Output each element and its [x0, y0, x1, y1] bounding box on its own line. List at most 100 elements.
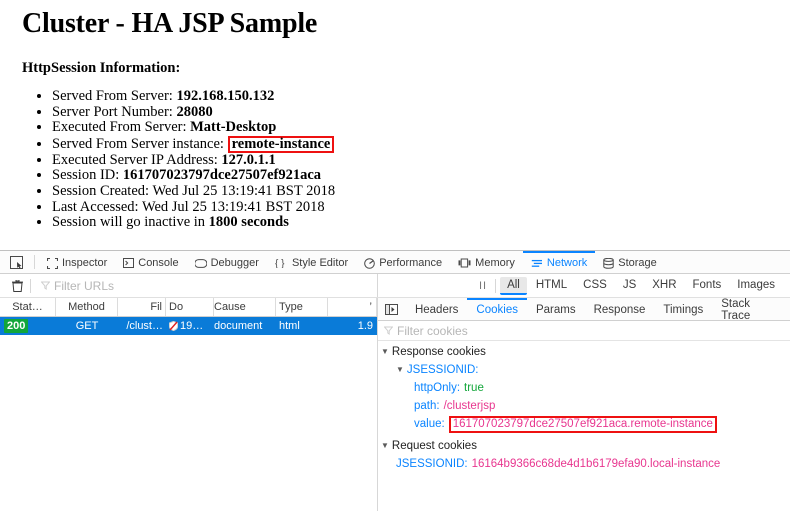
item-label: Executed Server IP Address: [52, 152, 218, 168]
list-item: Session will go inactive in 1800 seconds [52, 215, 790, 231]
list-item: Session ID: 161707023797dce27507ef921aca [52, 168, 790, 184]
item-value: Matt-Desktop [190, 119, 276, 135]
tab-console[interactable]: Console [115, 251, 186, 273]
twisty-open-icon[interactable]: ▼ [381, 348, 389, 356]
column-header[interactable]: ’ [328, 298, 377, 316]
cell-domain-text: 19… [180, 320, 203, 332]
tab-label: Storage [618, 257, 657, 269]
status-badge: 200 [4, 319, 28, 333]
details-tab-headers[interactable]: Headers [406, 298, 467, 320]
request-cookie-row: JSESSIONID: 16164b9366c68de4d1b6179efa90… [378, 455, 790, 473]
element-picker-icon[interactable] [4, 252, 28, 272]
item-label: Executed From Server: [52, 119, 187, 135]
column-header[interactable]: Fil [118, 298, 166, 316]
cell-type-text: html [279, 320, 300, 332]
cookie-property-key: httpOnly: [414, 382, 460, 394]
details-tabs: HeadersCookiesParamsResponseTimingsStack… [406, 298, 790, 320]
cookie-property-row: httpOnly:true [378, 379, 790, 397]
item-value: Wed Jul 25 13:19:41 BST 2018 [152, 183, 335, 199]
devtools-panel: InspectorConsoleDebugger{ }Style EditorP… [0, 250, 790, 511]
debugger-icon [195, 259, 207, 268]
response-cookies-group[interactable]: ▼ Response cookies [378, 343, 790, 361]
inspector-icon [47, 258, 58, 269]
filter-urls-input[interactable]: Filter URLs [35, 279, 114, 293]
item-label: Session Created: [52, 183, 149, 199]
filter-cookies-input[interactable]: Filter cookies [378, 321, 790, 341]
details-tab-timings[interactable]: Timings [654, 298, 712, 320]
item-label: Last Accessed: [52, 199, 139, 215]
cookie-property-key: path: [414, 400, 440, 412]
pause-button[interactable]: II [471, 280, 495, 292]
response-cookie-jsessionid[interactable]: ▼ JSESSIONID: [378, 361, 790, 379]
filter-fonts[interactable]: Fonts [686, 277, 729, 295]
list-item: Served From Server instance: remote-inst… [52, 136, 790, 153]
table-row[interactable]: 200GET/clust…19…documenthtml1.9 [0, 317, 377, 335]
performance-icon [364, 258, 375, 269]
cookie-property-value: /clusterjsp [444, 400, 496, 412]
tab-style-editor[interactable]: { }Style Editor [267, 251, 356, 273]
network-filter-buttons: II AllHTMLCSSJSXHRFontsImages [378, 274, 790, 297]
filter-html[interactable]: HTML [529, 277, 574, 295]
cookie-property-value: 161707023797dce27507ef921aca.remote-inst… [449, 416, 717, 433]
cell-type: html [276, 317, 328, 335]
column-header[interactable]: Do [166, 298, 214, 316]
request-cookies-group[interactable]: ▼ Request cookies [378, 437, 790, 455]
filter-css[interactable]: CSS [576, 277, 614, 295]
tab-network[interactable]: Network [523, 251, 595, 273]
tab-storage[interactable]: Storage [595, 251, 665, 273]
details-tab-strip: HeadersCookiesParamsResponseTimingsStack… [378, 298, 790, 321]
network-toolbar-left: Filter URLs [0, 274, 378, 297]
cell-cause: document [214, 317, 276, 335]
twisty-open-icon[interactable]: ▼ [381, 442, 389, 450]
filter-js[interactable]: JS [616, 277, 643, 295]
filter-all[interactable]: All [500, 277, 527, 295]
tab-label: Memory [475, 257, 515, 269]
tab-performance[interactable]: Performance [356, 251, 450, 273]
tab-debugger[interactable]: Debugger [187, 251, 267, 273]
rendered-webpage: Cluster - HA JSP Sample HttpSession Info… [0, 0, 790, 250]
cookie-name: JSESSIONID: [407, 364, 479, 376]
network-toolbar: Filter URLs II AllHTMLCSSJSXHRFontsImage… [0, 274, 790, 298]
filter-type-group: AllHTMLCSSJSXHRFontsImages [496, 277, 782, 295]
list-item: Last Accessed: Wed Jul 25 13:19:41 BST 2… [52, 200, 790, 216]
item-value: 161707023797dce27507ef921aca [123, 167, 321, 183]
tab-label: Debugger [211, 257, 259, 269]
details-tab-response[interactable]: Response [585, 298, 655, 320]
console-icon [123, 258, 134, 268]
toolbar-divider [30, 279, 31, 293]
list-item: Executed From Server: Matt-Desktop [52, 120, 790, 136]
column-header[interactable]: Method [56, 298, 118, 316]
tab-inspector[interactable]: Inspector [39, 251, 115, 273]
cell-transferred-text: 1.9 [358, 320, 373, 332]
item-label: Session will go inactive in [52, 214, 205, 230]
tab-label: Style Editor [292, 257, 348, 269]
column-header[interactable]: Type [276, 298, 328, 316]
session-info-list: Served From Server: 192.168.150.132 Serve… [22, 89, 790, 231]
filter-xhr[interactable]: XHR [645, 277, 683, 295]
trash-icon[interactable] [8, 277, 26, 295]
details-tab-cookies[interactable]: Cookies [467, 298, 527, 320]
expand-pane-icon[interactable] [382, 301, 402, 317]
tab-label: Inspector [62, 257, 107, 269]
column-header[interactable]: Cause [214, 298, 276, 316]
column-header[interactable]: Stat… [0, 298, 56, 316]
details-tab-params[interactable]: Params [527, 298, 585, 320]
filter-images[interactable]: Images [730, 277, 782, 295]
item-value: Wed Jul 25 13:19:41 BST 2018 [142, 199, 325, 215]
section-heading: HttpSession Information: [22, 60, 790, 77]
page-title: Cluster - HA JSP Sample [22, 8, 790, 40]
toolbar-divider [34, 255, 35, 269]
devtools-body: Stat…MethodFilDoCauseType’ 200GET/clust…… [0, 298, 790, 511]
details-tab-stack-trace[interactable]: Stack Trace [712, 298, 790, 320]
cookie-property-key: value: [414, 418, 445, 430]
filter-icon [384, 326, 393, 335]
list-item: Session Created: Wed Jul 25 13:19:41 BST… [52, 184, 790, 200]
cell-method-text: GET [76, 320, 99, 332]
cell-status: 200 [0, 317, 56, 335]
tab-memory[interactable]: Memory [450, 251, 523, 273]
item-value: 192.168.150.132 [176, 88, 274, 104]
filter-icon [41, 281, 50, 290]
twisty-open-icon[interactable]: ▼ [396, 366, 404, 374]
item-label: Served From Server: [52, 88, 173, 104]
tab-label: Network [547, 257, 587, 269]
